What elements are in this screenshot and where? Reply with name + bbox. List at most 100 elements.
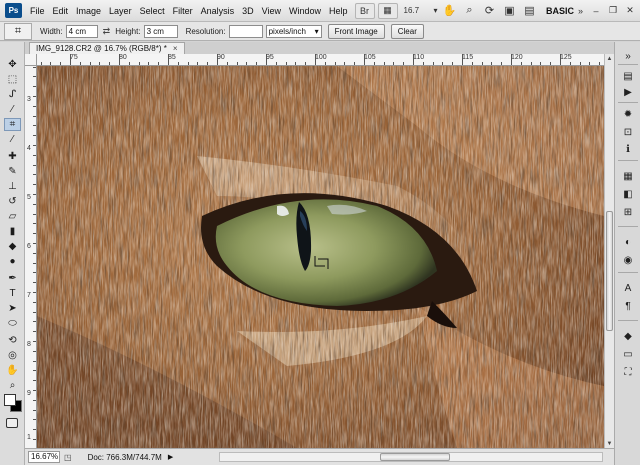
navigator-panel-icon[interactable]: ⊞ [621, 206, 635, 219]
zoom-tool-icon[interactable]: ⌕ [4, 379, 21, 392]
menu-analysis[interactable]: Analysis [197, 0, 239, 22]
history-brush-tool-icon[interactable]: ↺ [4, 195, 21, 208]
height-label: Height: [115, 26, 141, 36]
3d-orbit-tool-icon[interactable]: ◎ [4, 349, 21, 362]
vertical-scrollbar[interactable]: ▲ ▼ [604, 54, 614, 448]
3d-rotate-tool-icon[interactable]: ⟲ [4, 334, 21, 347]
character-panel-icon[interactable]: A [621, 282, 635, 295]
vertical-ruler[interactable]: 3 4 5 6 7 8 9 1 [25, 66, 37, 448]
foreground-color-swatch[interactable] [4, 394, 16, 406]
ruler-origin[interactable] [25, 54, 37, 66]
crop-tool-icon[interactable]: ⌗ [4, 118, 21, 131]
swatches-panel-icon[interactable]: ▦ [621, 170, 635, 183]
height-field[interactable]: 3 cm [143, 24, 178, 38]
styles-panel-icon[interactable]: ◧ [621, 188, 635, 201]
screen-mode-icon[interactable]: ▣ [502, 3, 518, 19]
image-canvas[interactable] [37, 66, 604, 448]
ruler-tick [33, 154, 36, 156]
hand-tool-icon[interactable]: ✋ [442, 3, 458, 19]
zoom-tool-icon[interactable]: ⌕ [462, 3, 478, 19]
paragraph-panel-icon[interactable]: ¶ [621, 300, 635, 313]
menu-layer[interactable]: Layer [105, 0, 136, 22]
type-tool-icon[interactable]: T [4, 287, 21, 300]
ruler-tick [344, 62, 346, 65]
minimize-icon[interactable]: – [589, 4, 603, 18]
gradient-tool-icon[interactable]: ▮ [4, 225, 21, 238]
horizontal-ruler[interactable]: 75 80 85 90 95 100 105 110 115 120 125 [37, 54, 604, 66]
masks-panel-icon[interactable]: ⊡ [621, 126, 635, 139]
workspace-more-icon[interactable]: » [578, 6, 583, 16]
mini-bridge-icon[interactable]: ▦ [377, 2, 398, 19]
tool-preset-picker[interactable]: ⌗ [4, 22, 32, 40]
menu-image[interactable]: Image [72, 0, 105, 22]
history-panel-icon[interactable]: ▶ [621, 86, 635, 99]
channels-panel-icon[interactable]: ◉ [621, 254, 635, 267]
dodge-tool-icon[interactable]: ● [4, 255, 21, 268]
ruler-tick [246, 62, 248, 65]
zoom-percentage-field[interactable]: 16.67% [28, 451, 60, 463]
horizontal-scroll-thumb[interactable] [380, 453, 450, 461]
horizontal-scrollbar[interactable] [219, 452, 603, 462]
quick-mask-icon[interactable] [6, 418, 18, 428]
panel-collapse-icon[interactable]: » [621, 50, 635, 63]
crop-tool-icon: ⌗ [14, 24, 22, 37]
width-field[interactable]: 4 cm [65, 24, 98, 38]
resolution-unit-select[interactable]: pixels/inch ▾ [265, 24, 322, 38]
mini-bridge-panel-icon[interactable]: ▤ [621, 70, 635, 83]
hand-tool-icon[interactable]: ✋ [4, 364, 21, 377]
clone-source-panel-icon[interactable]: ⛶ [621, 366, 635, 379]
menu-file[interactable]: File [26, 0, 49, 22]
vertical-scroll-thumb[interactable] [606, 211, 613, 331]
info-panel-icon[interactable]: ℹ [621, 143, 635, 156]
close-icon[interactable]: ✕ [623, 4, 637, 18]
rotate-view-icon[interactable]: ⟳ [482, 3, 498, 19]
status-info-icon[interactable]: ◳ [64, 453, 72, 462]
ruler-tick [33, 262, 36, 264]
status-menu-arrow-icon[interactable]: ▶ [168, 453, 173, 461]
menu-3d[interactable]: 3D [238, 0, 258, 22]
menu-edit[interactable]: Edit [49, 0, 73, 22]
ruler-tick [158, 62, 160, 65]
menu-window[interactable]: Window [285, 0, 325, 22]
menu-help[interactable]: Help [325, 0, 352, 22]
lasso-tool-icon[interactable]: ᔑ [4, 88, 21, 101]
ruler-tick [207, 62, 209, 65]
pen-tool-icon[interactable]: ✒ [4, 272, 21, 285]
dock-separator [618, 226, 638, 227]
marquee-tool-icon[interactable]: ⬚ [4, 73, 21, 86]
menu-view[interactable]: View [258, 0, 285, 22]
blur-tool-icon[interactable]: ◆ [4, 240, 21, 253]
workspace-switcher[interactable]: BASIC [546, 6, 574, 16]
clone-stamp-tool-icon[interactable]: ⊥ [4, 180, 21, 193]
brush-tool-icon[interactable]: ✎ [4, 165, 21, 178]
zoom-level-field[interactable]: 16.7 ▾ [404, 6, 438, 15]
healing-brush-tool-icon[interactable]: ✚ [4, 150, 21, 163]
clear-button[interactable]: Clear [390, 23, 424, 39]
arrange-documents-icon[interactable]: ▤ [522, 3, 538, 19]
scroll-down-icon[interactable]: ▼ [605, 439, 614, 448]
resolution-field[interactable] [228, 24, 263, 38]
shape-tool-icon[interactable]: ⬭ [4, 317, 21, 330]
path-selection-tool-icon[interactable]: ➤ [4, 302, 21, 315]
swap-dimensions-icon[interactable]: ⇄ [103, 26, 111, 37]
adjustments-panel-icon[interactable]: ✹ [621, 108, 635, 121]
ruler-tick [33, 125, 36, 127]
eyedropper-tool-icon[interactable]: ⁄ [4, 133, 21, 146]
ruler-label: 105 [364, 54, 376, 61]
layers-panel-icon[interactable]: ◐ [621, 236, 635, 249]
menu-select[interactable]: Select [136, 0, 169, 22]
document-tab[interactable]: IMG_9128.CR2 @ 16.7% (RGB/8*) * × [29, 42, 185, 54]
ruler-tick [33, 76, 36, 78]
quick-selection-tool-icon[interactable]: ⁄ [4, 103, 21, 116]
front-image-button[interactable]: Front Image [327, 23, 385, 39]
bridge-icon[interactable]: Br [354, 2, 375, 19]
scroll-up-icon[interactable]: ▲ [605, 54, 614, 63]
eraser-tool-icon[interactable]: ▱ [4, 210, 21, 223]
ruler-tick [33, 292, 36, 293]
animation-panel-icon[interactable]: ▭ [621, 348, 635, 361]
menu-filter[interactable]: Filter [169, 0, 197, 22]
move-tool-icon[interactable]: ✥ [4, 58, 21, 71]
restore-icon[interactable]: ❐ [606, 4, 620, 18]
3d-panel-icon[interactable]: ◆ [621, 330, 635, 343]
close-document-icon[interactable]: × [173, 43, 178, 54]
